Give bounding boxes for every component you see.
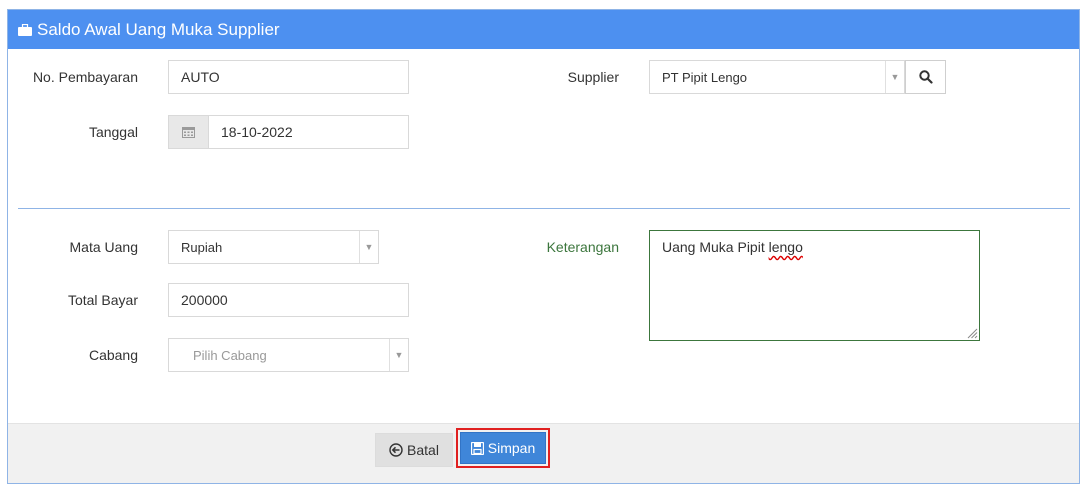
briefcase-icon [18, 23, 32, 36]
cabang-select[interactable]: Pilih Cabang ▼ [168, 338, 409, 372]
mata-uang-select[interactable]: Rupiah ▼ [168, 230, 379, 264]
supplier-value: PT Pipit Lengo [662, 69, 748, 85]
no-pembayaran-label: No. Pembayaran [32, 69, 138, 85]
total-bayar-value: 200000 [181, 292, 228, 308]
keterangan-value: Uang Muka Pipit [662, 239, 769, 255]
tanggal-value: 18-10-2022 [221, 124, 293, 140]
page-title: Saldo Awal Uang Muka Supplier [37, 19, 280, 39]
search-icon [918, 70, 933, 84]
cabang-label: Cabang [88, 347, 138, 363]
batal-label: Batal [407, 442, 439, 458]
mata-uang-value: Rupiah [181, 239, 223, 255]
keterangan-textarea[interactable]: Uang Muka Pipit lengo [649, 230, 980, 341]
simpan-button[interactable]: Simpan [460, 432, 546, 464]
form-panel: Saldo Awal Uang Muka Supplier No. Pembay… [7, 9, 1080, 484]
calendar-icon [182, 127, 195, 138]
total-bayar-input[interactable]: 200000 [168, 283, 409, 317]
chevron-down-icon: ▼ [885, 61, 904, 93]
panel-header: Saldo Awal Uang Muka Supplier [8, 10, 1079, 49]
tanggal-label: Tanggal [88, 124, 138, 140]
section-divider [18, 208, 1070, 209]
simpan-highlight: Simpan [456, 428, 550, 468]
total-bayar-label: Total Bayar [67, 292, 138, 308]
supplier-label: Supplier [567, 69, 619, 85]
simpan-label: Simpan [487, 440, 536, 456]
form-footer: Batal Simpan [8, 423, 1079, 483]
no-pembayaran-input[interactable]: AUTO [168, 60, 409, 94]
calendar-addon[interactable] [168, 115, 209, 149]
supplier-select[interactable]: PT Pipit Lengo ▼ [649, 60, 905, 94]
no-pembayaran-value: AUTO [181, 69, 220, 85]
batal-button[interactable]: Batal [375, 433, 453, 467]
circle-arrow-left-icon [389, 443, 403, 457]
keterangan-label: Keterangan [546, 239, 619, 255]
supplier-search-button[interactable] [905, 60, 946, 94]
mata-uang-label: Mata Uang [69, 239, 138, 255]
chevron-down-icon: ▼ [389, 339, 408, 371]
chevron-down-icon: ▼ [359, 231, 378, 263]
tanggal-input[interactable]: 18-10-2022 [208, 115, 409, 149]
cabang-placeholder: Pilih Cabang [193, 347, 267, 363]
resize-grip-icon[interactable] [966, 327, 978, 339]
keterangan-misspelled-word: lengo [768, 239, 803, 255]
floppy-disk-icon [470, 441, 484, 455]
